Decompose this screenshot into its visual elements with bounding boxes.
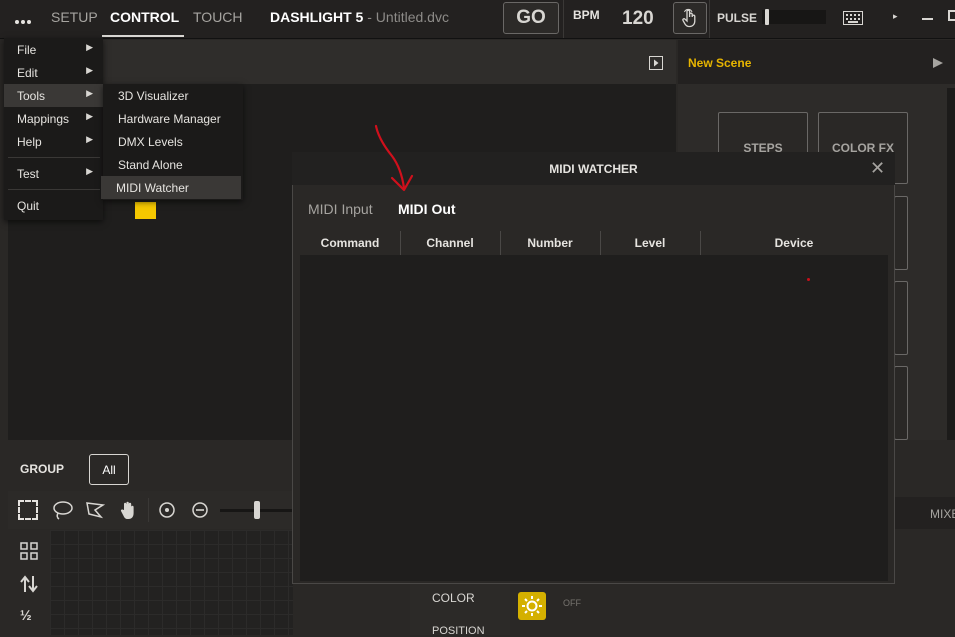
menu-item-tools[interactable]: Tools ▶ — [4, 84, 103, 107]
polygon-select-icon[interactable] — [85, 500, 106, 525]
menu-item-mappings[interactable]: Mappings ▶ — [4, 107, 103, 130]
menu-item-label: Help — [17, 135, 42, 149]
column-number[interactable]: Number — [500, 236, 600, 250]
bpm-label: BPM — [573, 8, 600, 22]
more-menu-icon[interactable] — [14, 13, 34, 24]
menu-item-quit[interactable]: Quit — [4, 194, 103, 217]
submenu-arrow-icon: ▶ — [86, 111, 93, 121]
scene-title[interactable]: New Scene — [688, 56, 751, 70]
menu-item-label: Edit — [17, 66, 38, 80]
tab-touch[interactable]: TOUCH — [193, 9, 243, 25]
go-button[interactable]: GO — [503, 2, 559, 34]
scene-panel-scrollbar[interactable] — [947, 88, 955, 440]
sun-icon[interactable] — [518, 592, 546, 620]
color-swatch[interactable] — [135, 202, 156, 219]
play-icon[interactable] — [932, 56, 944, 74]
window-title: DASHLIGHT 5 - Untitled.dvc — [270, 9, 449, 25]
menu-item-hardware-manager[interactable]: Hardware Manager — [103, 107, 243, 130]
menu-separator — [8, 189, 100, 190]
active-tab-indicator — [102, 35, 184, 37]
file-name: - Untitled.dvc — [363, 9, 449, 25]
file-separator: - — [363, 9, 376, 25]
menu-item-3d-visualizer[interactable]: 3D Visualizer — [103, 84, 243, 107]
annotation-arrow-icon — [374, 124, 414, 192]
keyboard-icon[interactable] — [843, 11, 863, 30]
fixture-layout-canvas[interactable] — [50, 530, 293, 635]
submenu-arrow-icon: ▶ — [86, 134, 93, 144]
side-button[interactable] — [894, 281, 908, 355]
submenu-arrow-icon: ▶ — [86, 166, 93, 176]
color-category[interactable]: COLOR — [432, 591, 475, 605]
zoom-out-icon[interactable] — [191, 501, 209, 524]
maximize-icon[interactable] — [948, 10, 955, 21]
mixer-tab[interactable]: MIXE — [930, 507, 955, 521]
column-channel[interactable]: Channel — [400, 236, 500, 250]
submenu-arrow-icon: ▶ — [86, 88, 93, 98]
grid-icon[interactable] — [20, 542, 38, 565]
menu-item-stand-alone[interactable]: Stand Alone — [103, 153, 243, 176]
divider — [709, 0, 710, 38]
workspace-header — [8, 40, 676, 84]
tab-midi-out[interactable]: MIDI Out — [398, 201, 456, 217]
annotation-dot — [807, 278, 810, 281]
minimize-icon[interactable] — [922, 18, 933, 20]
tab-control[interactable]: CONTROL — [110, 9, 179, 25]
tap-tempo-button[interactable] — [673, 2, 707, 34]
swap-vertical-icon[interactable] — [19, 574, 39, 599]
tools-submenu: 3D Visualizer Hardware Manager DMX Level… — [101, 84, 243, 200]
position-category[interactable]: POSITION — [432, 625, 485, 637]
menu-item-label: File — [17, 43, 37, 57]
divider — [148, 498, 149, 522]
side-button[interactable] — [894, 196, 908, 270]
main-menu: File ▶ Edit ▶ Tools ▶ Mappings ▶ Help ▶ Test ▶… — [4, 38, 103, 220]
menu-separator — [8, 157, 100, 158]
off-label: OFF — [563, 598, 581, 608]
file-name-text: Untitled.dvc — [375, 9, 449, 25]
tab-setup[interactable]: SETUP — [51, 9, 98, 25]
zoom-slider-handle[interactable] — [254, 501, 260, 519]
pulse-slider[interactable] — [762, 10, 826, 24]
rect-select-icon[interactable] — [18, 500, 38, 520]
menu-item-edit[interactable]: Edit ▶ — [4, 61, 103, 84]
menu-item-label: Mappings — [17, 112, 70, 126]
chevron-right-icon[interactable]: ▸ — [893, 11, 898, 22]
bpm-value[interactable]: 120 — [622, 8, 654, 30]
menu-item-test[interactable]: Test ▶ — [4, 162, 103, 185]
reset-zoom-icon[interactable] — [158, 501, 176, 524]
group-label: GROUP — [20, 462, 65, 476]
column-command[interactable]: Command — [300, 236, 400, 250]
hand-tap-icon — [682, 8, 696, 28]
submenu-arrow-icon: ▶ — [86, 65, 93, 75]
tab-midi-input[interactable]: MIDI Input — [308, 201, 373, 217]
pulse-label: PULSE — [717, 11, 758, 25]
hand-pan-icon[interactable] — [118, 500, 138, 525]
column-level[interactable]: Level — [600, 236, 700, 250]
submenu-arrow-icon: ▶ — [86, 42, 93, 52]
divider — [563, 0, 564, 38]
menu-item-midi-watcher[interactable]: MIDI Watcher — [101, 176, 241, 199]
collapse-panel-icon[interactable] — [649, 56, 663, 75]
menu-item-file[interactable]: File ▶ — [4, 38, 103, 61]
menu-item-label: Quit — [17, 199, 40, 213]
app-name: DASHLIGHT 5 — [270, 9, 364, 25]
midi-message-list[interactable] — [300, 255, 888, 581]
close-icon[interactable]: ✕ — [870, 158, 885, 179]
side-button[interactable] — [894, 366, 908, 440]
lasso-icon[interactable] — [52, 500, 74, 525]
pulse-slider-handle[interactable] — [765, 9, 769, 25]
half-icon[interactable]: ½ — [20, 607, 32, 623]
menu-item-label: Test — [17, 167, 40, 181]
column-device[interactable]: Device — [700, 236, 888, 250]
menu-item-label: Tools — [17, 89, 46, 103]
menu-item-help[interactable]: Help ▶ — [4, 130, 103, 153]
all-group-button[interactable]: All — [89, 454, 129, 485]
menu-item-dmx-levels[interactable]: DMX Levels — [103, 130, 243, 153]
